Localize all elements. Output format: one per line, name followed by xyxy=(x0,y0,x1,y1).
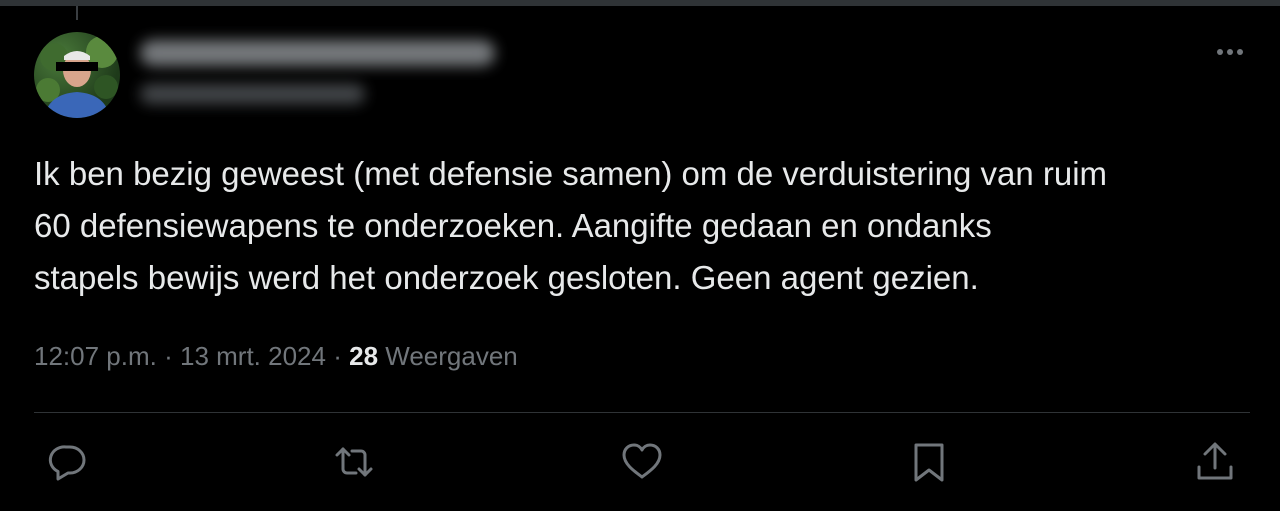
avatar-image xyxy=(36,36,118,118)
user-handle-redacted[interactable] xyxy=(140,84,365,104)
bookmark-icon xyxy=(914,443,944,482)
top-border xyxy=(0,0,1280,6)
more-icon xyxy=(1217,49,1243,55)
views-label: Weergaven xyxy=(385,341,518,371)
tweet-time[interactable]: 12:07 p.m. xyxy=(34,341,157,371)
bookmark-button[interactable] xyxy=(907,440,951,484)
tweet-text: Ik ben bezig geweest (met defensie samen… xyxy=(34,155,1108,296)
share-button[interactable] xyxy=(1193,440,1237,484)
tweet-date[interactable]: 13 mrt. 2024 xyxy=(180,341,326,371)
share-icon xyxy=(1197,442,1233,480)
divider xyxy=(34,412,1250,413)
tweet-meta: 12:07 p.m. · 13 mrt. 2024 · 28 Weergaven xyxy=(34,341,518,372)
retweet-icon xyxy=(335,447,373,477)
reply-button[interactable] xyxy=(46,440,90,484)
retweet-button[interactable] xyxy=(332,440,376,484)
meta-separator: · xyxy=(333,341,342,371)
display-name-redacted[interactable] xyxy=(140,40,495,66)
like-icon xyxy=(622,443,662,479)
more-options-button[interactable] xyxy=(1210,38,1250,66)
like-button[interactable] xyxy=(620,440,664,484)
reply-icon xyxy=(48,445,86,481)
meta-separator: · xyxy=(164,341,173,371)
thread-connector xyxy=(76,6,78,20)
avatar[interactable] xyxy=(34,32,120,118)
views-count: 28 xyxy=(349,341,379,371)
